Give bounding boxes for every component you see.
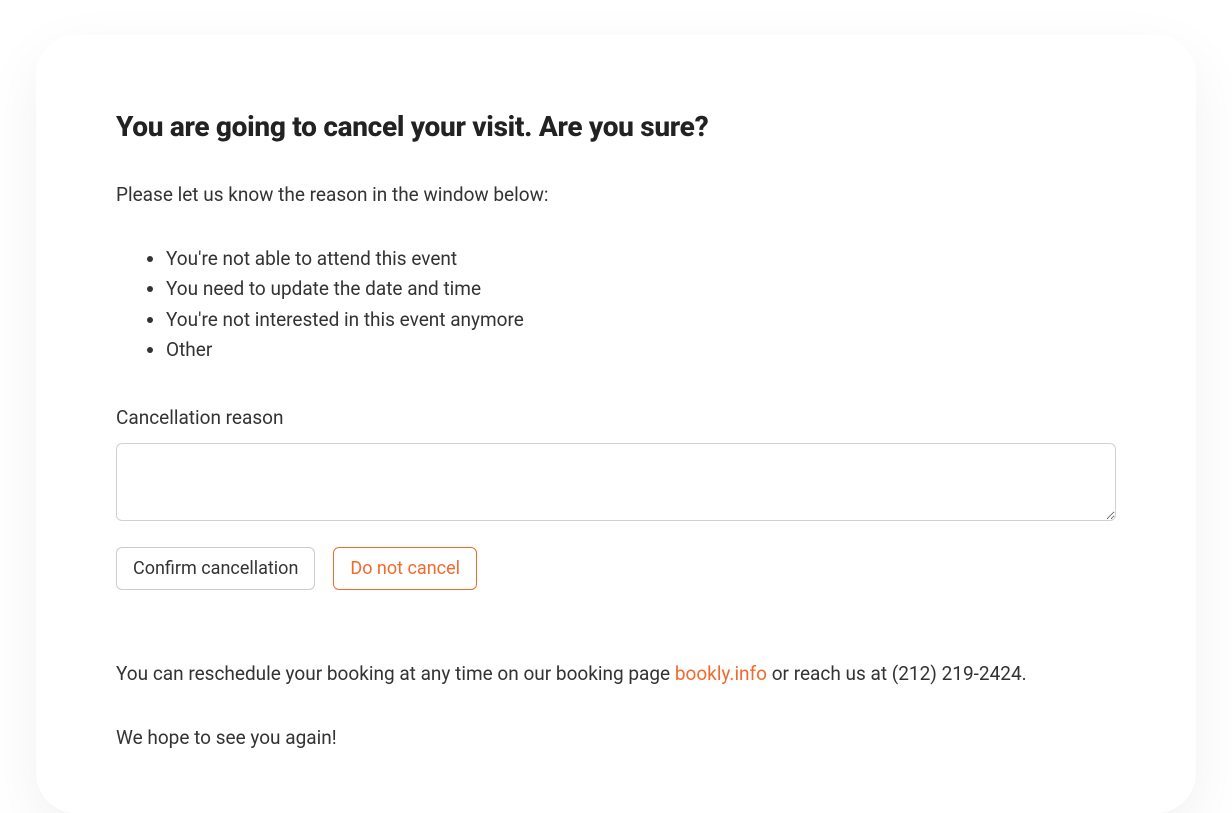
- list-item: You're not interested in this event anym…: [166, 305, 1116, 335]
- reschedule-suffix: or reach us at (212) 219-2424.: [767, 662, 1027, 685]
- list-item: You need to update the date and time: [166, 274, 1116, 304]
- reasons-list: You're not able to attend this event You…: [116, 244, 1116, 366]
- button-row: Confirm cancellation Do not cancel: [116, 547, 1116, 590]
- list-item: You're not able to attend this event: [166, 244, 1116, 274]
- reschedule-prefix: You can reschedule your booking at any t…: [116, 662, 675, 685]
- list-item: Other: [166, 335, 1116, 365]
- reschedule-info: You can reschedule your booking at any t…: [116, 660, 1116, 689]
- intro-text: Please let us know the reason in the win…: [116, 183, 1116, 206]
- do-not-cancel-button[interactable]: Do not cancel: [333, 547, 477, 590]
- dialog-heading: You are going to cancel your visit. Are …: [116, 110, 1116, 143]
- cancellation-reason-input[interactable]: [116, 443, 1116, 521]
- booking-page-link[interactable]: bookly.info: [675, 662, 767, 685]
- closing-text: We hope to see you again!: [116, 724, 1116, 753]
- confirm-cancellation-button[interactable]: Confirm cancellation: [116, 547, 315, 590]
- reason-field-label: Cancellation reason: [116, 406, 1116, 429]
- cancellation-dialog: You are going to cancel your visit. Are …: [36, 35, 1196, 813]
